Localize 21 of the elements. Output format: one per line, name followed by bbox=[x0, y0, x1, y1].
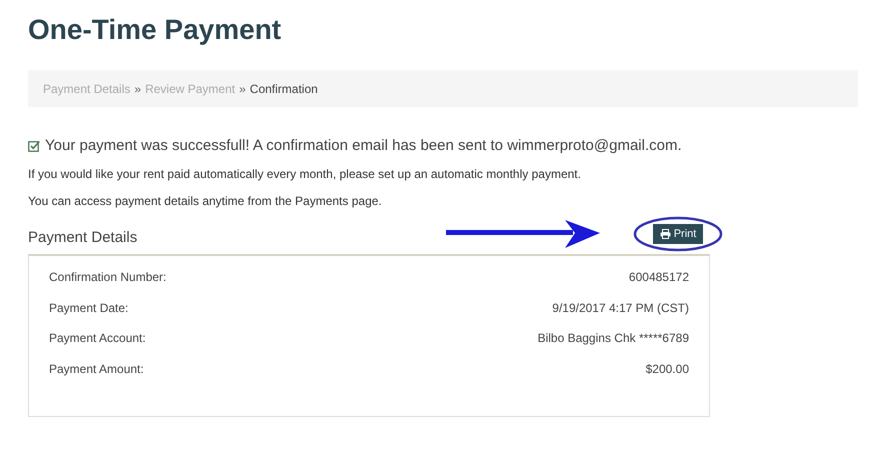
breadcrumb-item[interactable]: Payment Details bbox=[43, 82, 130, 96]
detail-label: Payment Date: bbox=[49, 300, 128, 314]
detail-label: Confirmation Number: bbox=[49, 270, 166, 284]
detail-value: 600485172 bbox=[628, 270, 689, 284]
page-title: One-Time Payment bbox=[28, 13, 282, 47]
success-message: Your payment was successfull! A confirmation email has been sent to wimmerproto@gmail.com. bbox=[45, 137, 682, 154]
info-text: If you would like your rent paid automatically every month, please set up an automatic monthly payment. bbox=[28, 167, 582, 181]
breadcrumb-separator: » bbox=[134, 82, 142, 96]
detail-value: Bilbo Baggins Chk *****6789 bbox=[538, 331, 689, 345]
breadcrumb-item[interactable]: Review Payment bbox=[145, 82, 236, 96]
printer-icon bbox=[660, 229, 671, 239]
section-heading: Payment Details bbox=[28, 228, 138, 246]
detail-value: $200.00 bbox=[646, 362, 689, 376]
print-button[interactable]: Print bbox=[652, 224, 704, 244]
checkbox-check-icon bbox=[28, 140, 40, 152]
breadcrumb-item: Confirmation bbox=[250, 82, 318, 96]
detail-value: 9/19/2017 4:17 PM (CST) bbox=[552, 300, 689, 314]
detail-label: Payment Account: bbox=[49, 331, 146, 345]
info-text: You can access payment details anytime from the Payments page. bbox=[28, 194, 383, 208]
detail-label: Payment Amount: bbox=[49, 362, 144, 376]
breadcrumb-separator: » bbox=[239, 82, 246, 96]
